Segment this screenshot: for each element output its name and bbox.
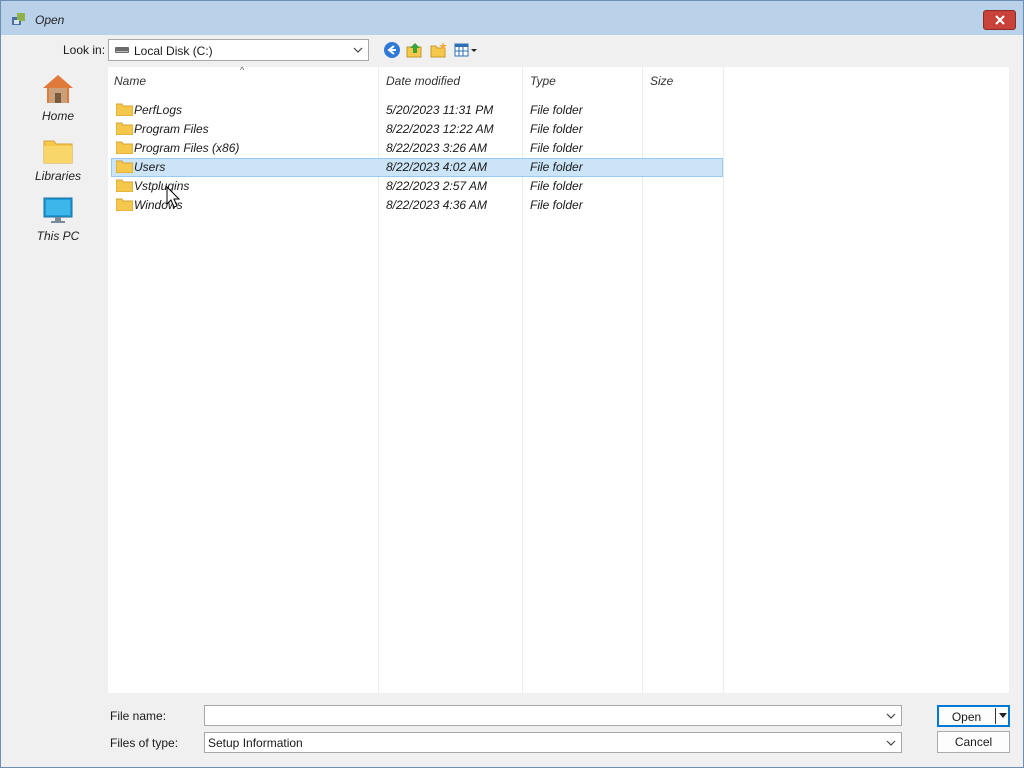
libraries-icon — [43, 140, 73, 164]
file-date: 8/22/2023 4:36 AM — [386, 198, 487, 212]
place-label: This PC — [36, 229, 80, 243]
file-date: 8/22/2023 12:22 AM — [386, 122, 494, 136]
home-icon — [43, 75, 73, 103]
new-folder-icon[interactable] — [430, 41, 448, 59]
file-date: 8/22/2023 2:57 AM — [386, 179, 487, 193]
split-divider — [995, 708, 996, 724]
place-this-pc[interactable]: This PC — [9, 195, 107, 243]
list-item-selected[interactable]: Users 8/22/2023 4:02 AM File folder — [111, 158, 723, 177]
window-title: Open — [35, 13, 65, 27]
column-header-size[interactable]: Size — [644, 67, 724, 93]
list-item[interactable]: Program Files 8/22/2023 12:22 AM File fo… — [111, 120, 723, 139]
file-type-label: Files of type: — [110, 736, 179, 750]
file-date: 8/22/2023 4:02 AM — [386, 160, 487, 174]
open-button[interactable]: Open — [937, 705, 1010, 727]
folder-icon — [116, 179, 133, 192]
chevron-down-icon[interactable] — [352, 43, 364, 57]
up-folder-icon[interactable] — [406, 41, 424, 59]
file-name: Program Files (x86) — [134, 141, 240, 155]
chevron-down-icon[interactable] — [885, 736, 897, 750]
file-name: Users — [134, 160, 166, 174]
folder-icon — [116, 103, 133, 116]
title-bar[interactable]: Open — [1, 1, 1023, 35]
close-button[interactable] — [983, 10, 1016, 30]
look-in-value: Local Disk (C:) — [134, 44, 213, 58]
file-name-input[interactable] — [204, 705, 902, 726]
list-header: ^ Name Date modified Type Size — [108, 65, 1009, 93]
file-type: File folder — [530, 179, 583, 193]
dropdown-arrow-icon[interactable] — [998, 712, 1008, 720]
list-item[interactable]: Windows 8/22/2023 4:36 AM File folder — [111, 196, 723, 215]
column-header-name[interactable]: Name — [108, 67, 378, 93]
file-date: 8/22/2023 3:26 AM — [386, 141, 487, 155]
file-type-value: Setup Information — [208, 736, 303, 750]
look-in-label: Look in: — [63, 43, 106, 57]
list-item[interactable]: Vstplugins 8/22/2023 2:57 AM File folder — [111, 177, 723, 196]
column-separator[interactable] — [723, 67, 724, 693]
dialog-client: Look in: Local Disk (C:) Home Libraries … — [9, 35, 1015, 761]
file-name-label: File name: — [110, 709, 167, 723]
places-bar: Home Libraries This PC — [9, 67, 107, 693]
place-label: Home — [41, 109, 74, 123]
close-icon — [994, 15, 1005, 25]
column-header-date[interactable]: Date modified — [380, 67, 524, 93]
file-list[interactable]: ^ Name Date modified Type Size PerfLogs … — [108, 65, 1009, 693]
back-icon[interactable] — [383, 41, 401, 59]
cancel-button[interactable]: Cancel — [937, 731, 1010, 753]
folder-icon — [116, 141, 133, 154]
open-dialog: Open Look in: Local Disk (C:) Home Libra… — [0, 0, 1024, 768]
file-type: File folder — [530, 160, 583, 174]
this-pc-icon — [43, 197, 73, 223]
folder-icon — [116, 160, 133, 173]
place-home[interactable]: Home — [9, 73, 107, 123]
place-libraries[interactable]: Libraries — [9, 135, 107, 183]
list-item[interactable]: PerfLogs 5/20/2023 11:31 PM File folder — [111, 101, 723, 120]
mouse-cursor-icon — [166, 186, 181, 208]
folder-icon — [116, 198, 133, 211]
file-type: File folder — [530, 198, 583, 212]
column-header-type[interactable]: Type — [524, 67, 644, 93]
list-item[interactable]: Program Files (x86) 8/22/2023 3:26 AM Fi… — [111, 139, 723, 158]
file-date: 5/20/2023 11:31 PM — [386, 103, 494, 117]
file-type-select[interactable]: Setup Information — [204, 732, 902, 753]
folder-icon — [116, 122, 133, 135]
look-in-combo[interactable]: Local Disk (C:) — [108, 39, 369, 61]
chevron-down-icon[interactable] — [885, 709, 897, 723]
open-button-label: Open — [951, 710, 982, 724]
file-type: File folder — [530, 141, 583, 155]
drive-icon — [115, 47, 129, 53]
app-icon — [12, 13, 25, 25]
place-label: Libraries — [34, 169, 82, 183]
file-name: PerfLogs — [134, 103, 183, 117]
file-name: Program Files — [134, 122, 209, 136]
file-type: File folder — [530, 122, 583, 136]
view-menu-icon[interactable] — [454, 41, 478, 59]
file-type: File folder — [530, 103, 583, 117]
